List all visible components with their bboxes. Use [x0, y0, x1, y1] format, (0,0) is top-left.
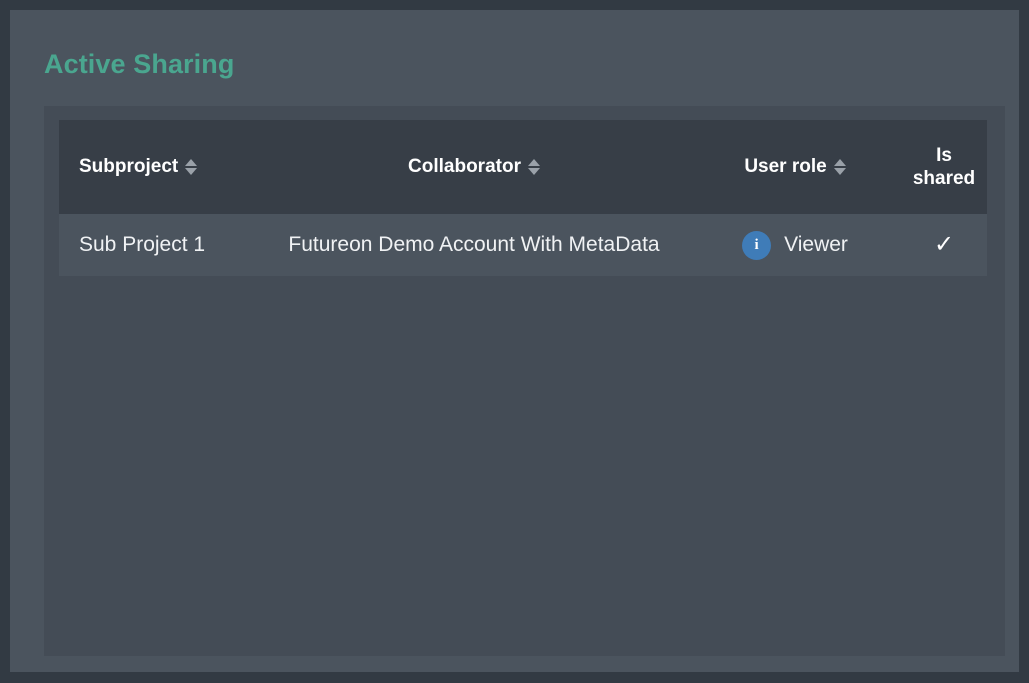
column-header-collaborator[interactable]: Collaborator	[259, 120, 689, 214]
cell-is-shared: ✓	[901, 214, 987, 276]
cell-subproject: Sub Project 1	[79, 233, 206, 256]
content-panel: Active Sharing Subproject Collaborator U…	[10, 10, 1019, 672]
sort-updown-icon[interactable]	[185, 158, 198, 175]
active-sharing-table: Subproject Collaborator User role Is sha…	[59, 120, 987, 276]
column-header-user-role-label: User role	[744, 156, 827, 178]
active-sharing-table-card: Subproject Collaborator User role Is sha…	[44, 106, 1005, 656]
column-header-subproject-label: Subproject	[79, 156, 179, 178]
table-header-row: Subproject Collaborator User role Is sha…	[59, 120, 987, 214]
check-icon: ✓	[933, 230, 955, 258]
column-header-is-shared-label: Is shared	[912, 144, 976, 189]
page-title: Active Sharing	[44, 49, 235, 79]
table-body: Sub Project 1 Futureon Demo Account With…	[59, 214, 987, 276]
column-header-user-role[interactable]: User role	[689, 120, 901, 214]
sort-updown-icon[interactable]	[527, 158, 540, 175]
info-icon[interactable]: i	[742, 230, 772, 260]
table-row[interactable]: Sub Project 1 Futureon Demo Account With…	[59, 214, 987, 276]
cell-collaborator: Futureon Demo Account With MetaData	[288, 233, 660, 256]
sort-updown-icon[interactable]	[833, 158, 846, 175]
column-header-subproject[interactable]: Subproject	[59, 120, 259, 214]
table-header: Subproject Collaborator User role Is sha…	[59, 120, 987, 214]
column-header-is-shared: Is shared	[901, 120, 987, 214]
cell-user-role-label: Viewer	[784, 233, 848, 256]
cell-user-role: i Viewer	[689, 214, 901, 276]
column-header-collaborator-label: Collaborator	[408, 156, 521, 178]
